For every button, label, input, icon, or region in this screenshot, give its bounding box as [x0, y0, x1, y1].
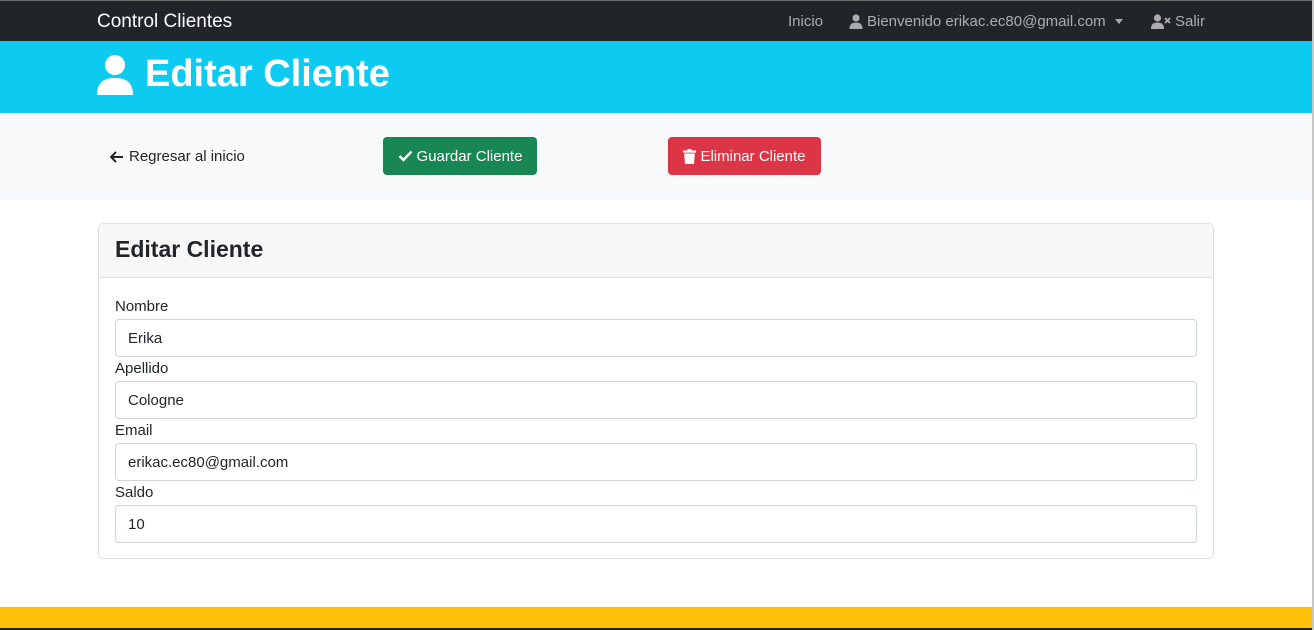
user-times-icon	[1151, 14, 1171, 29]
delete-client-label: Eliminar Cliente	[700, 147, 806, 165]
caret-down-icon	[1114, 19, 1123, 24]
delete-client-button[interactable]: Eliminar Cliente	[668, 137, 821, 175]
page-title: Editar Cliente	[145, 53, 390, 95]
nombre-input[interactable]	[115, 319, 1197, 357]
check-icon	[398, 150, 412, 162]
saldo-label: Saldo	[115, 484, 154, 501]
back-to-home-link[interactable]: Regresar al inicio	[110, 148, 245, 165]
nav-inicio-link[interactable]: Inicio	[788, 13, 823, 30]
edit-client-form: Nombre Apellido Email Saldo	[99, 278, 1213, 543]
back-link-label: Regresar al inicio	[129, 148, 245, 165]
email-input[interactable]	[115, 443, 1197, 481]
logout-label: Salir	[1175, 13, 1206, 30]
edit-client-card: Editar Cliente Nombre Apellido Email Sal…	[98, 223, 1214, 559]
apellido-label: Apellido	[115, 360, 169, 377]
nombre-group: Nombre	[115, 297, 1197, 357]
user-dropdown[interactable]: Bienvenido erikac.ec80@gmail.com	[849, 13, 1123, 30]
apellido-input[interactable]	[115, 381, 1197, 419]
card-title: Editar Cliente	[99, 224, 1213, 278]
arrow-left-icon	[110, 150, 123, 163]
brand-link[interactable]: Control Clientes	[97, 11, 232, 33]
apellido-group: Apellido	[115, 359, 1197, 419]
saldo-input[interactable]	[115, 505, 1197, 543]
save-client-label: Guardar Cliente	[416, 147, 523, 165]
action-bar: Regresar al inicio Guardar Cliente Elimi…	[0, 113, 1312, 199]
email-group: Email	[115, 421, 1197, 481]
trash-icon	[683, 148, 697, 164]
nombre-label: Nombre	[115, 298, 169, 315]
page-title-wrap: Editar Cliente	[97, 53, 390, 96]
logout-link[interactable]: Salir	[1151, 13, 1205, 30]
user-icon	[97, 54, 133, 95]
footer-bar	[0, 607, 1312, 628]
page-header: Editar Cliente	[0, 41, 1312, 113]
user-welcome-label: Bienvenido erikac.ec80@gmail.com	[867, 13, 1106, 30]
user-icon	[849, 14, 863, 29]
navbar: Control Clientes Inicio Bienvenido erika…	[0, 0, 1312, 41]
save-client-button[interactable]: Guardar Cliente	[383, 137, 537, 175]
email-label: Email	[115, 422, 153, 439]
saldo-group: Saldo	[115, 483, 1197, 543]
